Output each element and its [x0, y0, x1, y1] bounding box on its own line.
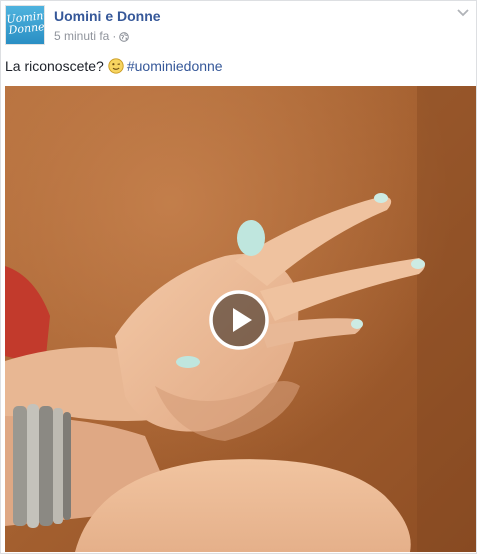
hashtag-link[interactable]: #uominiedonne — [127, 58, 223, 74]
avatar-logo-text: Uomini Donne — [5, 8, 45, 37]
facebook-post: Uomini Donne Uomini e Donne 5 minuti fa … — [0, 0, 477, 554]
chevron-down-icon[interactable] — [456, 5, 470, 19]
page-name-link[interactable]: Uomini e Donne — [54, 8, 161, 24]
page-avatar[interactable]: Uomini Donne — [5, 5, 45, 45]
meta-separator: · — [112, 29, 117, 43]
post-header: Uomini Donne Uomini e Donne 5 minuti fa … — [5, 5, 472, 47]
globe-icon[interactable] — [119, 31, 130, 42]
play-button[interactable] — [208, 289, 270, 351]
post-text: La riconoscete? — [5, 58, 104, 74]
wink-emoji-icon — [108, 58, 124, 74]
play-icon — [209, 290, 269, 350]
video-player[interactable] — [5, 86, 476, 552]
post-meta: 5 minuti fa · — [54, 29, 130, 43]
timestamp-link[interactable]: 5 minuti fa — [54, 29, 109, 43]
post-message: La riconoscete? #uominiedonne — [5, 58, 223, 74]
